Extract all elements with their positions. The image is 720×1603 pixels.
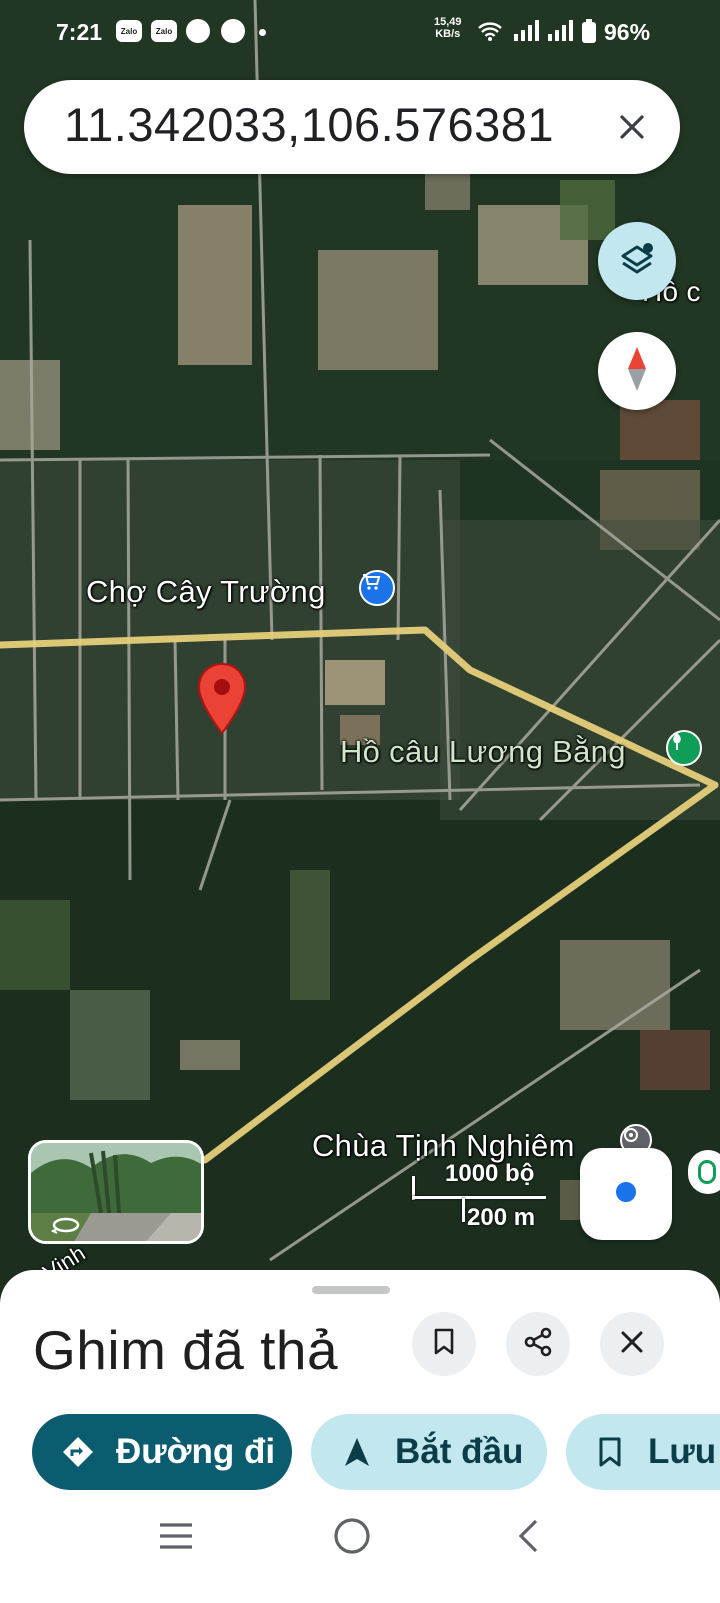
chevron-left-icon [516, 1518, 540, 1559]
compass-button[interactable] [598, 332, 676, 410]
battery-icon [582, 19, 596, 48]
layers-icon [617, 239, 657, 284]
directions-button[interactable]: Đường đi [32, 1414, 292, 1490]
close-sheet-button[interactable] [600, 1312, 664, 1376]
street-view-thumbnail[interactable] [28, 1140, 204, 1244]
shopping-cart-icon[interactable] [359, 570, 395, 606]
partial-map-button[interactable] [688, 1150, 720, 1194]
360-rotate-icon [50, 1215, 81, 1240]
search-query[interactable]: 11.342033,106.576381 [64, 97, 554, 152]
status-bar: 7:21 Zalo Zalo 15,49 KB/s 96% [0, 0, 720, 64]
battery-percent: 96% [604, 19, 651, 45]
share-button[interactable] [506, 1312, 570, 1376]
more-notifications-icon [259, 29, 266, 36]
signal-icon [546, 20, 574, 47]
dropped-pin-icon[interactable] [196, 662, 248, 736]
save-label: Lưu [648, 1432, 717, 1471]
close-icon[interactable] [608, 103, 656, 151]
screen: Chợ Cây Trường Hồ câu Lương Bằng Chùa Tị… [0, 0, 720, 1603]
start-label: Bắt đầu [395, 1432, 524, 1471]
park-icon[interactable] [666, 730, 702, 766]
navigation-arrow-icon [337, 1432, 377, 1472]
bookmark-icon [590, 1432, 630, 1472]
scale-bar [462, 1198, 465, 1222]
speedometer-icon [186, 19, 210, 43]
share-icon [523, 1327, 553, 1362]
save-button[interactable] [412, 1312, 476, 1376]
save-chip-button[interactable]: Lưu [566, 1414, 720, 1490]
map-label-pagoda[interactable]: Chùa Tịnh Nghiêm [312, 1128, 575, 1164]
status-time: 7:21 [56, 19, 103, 45]
zalo-icon: Zalo [151, 20, 177, 42]
park-icon [698, 1160, 716, 1184]
layers-button[interactable] [598, 222, 676, 300]
scale-metric: 200 m [467, 1204, 536, 1231]
scale-imperial: 1000 bộ [445, 1160, 535, 1187]
map-label-fishing-pond[interactable]: Hồ câu Lương Bằng [340, 734, 626, 770]
sheet-drag-handle[interactable] [312, 1286, 390, 1294]
recent-apps-button[interactable] [146, 1508, 206, 1568]
wifi-icon [478, 20, 502, 47]
close-icon [620, 1330, 644, 1359]
satellite-map[interactable]: Chợ Cây Trường Hồ câu Lương Bằng Chùa Tị… [0, 0, 720, 1320]
bookmark-icon [433, 1328, 455, 1361]
app-notification-icon [221, 19, 245, 43]
home-button[interactable] [322, 1508, 382, 1568]
network-speed-unit: KB/s [435, 28, 461, 40]
search-bar[interactable]: 11.342033,106.576381 [24, 80, 680, 174]
map-imagery [0, 0, 720, 1320]
signal-icon [512, 20, 540, 47]
network-speed: 15,49 KB/s [434, 16, 462, 40]
scale-bar [412, 1196, 546, 1199]
zalo-icon: Zalo [116, 20, 142, 42]
my-location-button[interactable] [580, 1148, 672, 1240]
directions-icon [58, 1432, 98, 1472]
map-label-market[interactable]: Chợ Cây Trường [86, 574, 326, 610]
place-title: Ghim đã thả [33, 1319, 339, 1381]
my-location-icon [611, 1177, 641, 1212]
network-speed-value: 15,49 [434, 16, 462, 28]
compass-icon [624, 345, 650, 398]
home-circle-icon [333, 1517, 371, 1560]
map-scale: 1000 bộ 200 m [410, 1160, 560, 1232]
back-button[interactable] [498, 1508, 558, 1568]
menu-icon [158, 1521, 194, 1556]
directions-label: Đường đi [116, 1432, 276, 1471]
system-nav-bar [0, 1490, 720, 1603]
start-button[interactable]: Bắt đầu [311, 1414, 547, 1490]
